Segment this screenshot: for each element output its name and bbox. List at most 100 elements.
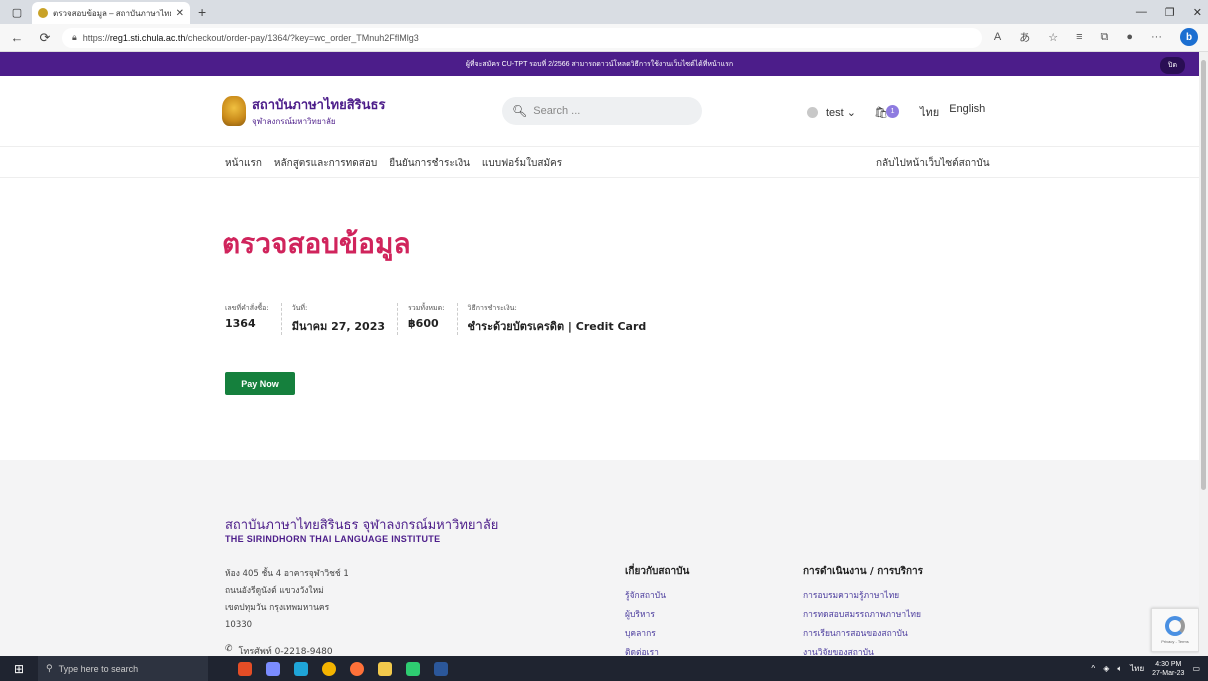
firefox-icon[interactable] <box>350 661 364 676</box>
read-aloud-icon[interactable]: A <box>994 31 1001 43</box>
nav-item-home[interactable]: หน้าแรก <box>225 156 262 171</box>
window-menu-icon[interactable]: ▢ <box>6 1 28 23</box>
nav-item-payment-confirm[interactable]: ยืนยันการชำระเงิน <box>389 156 470 171</box>
order-date-value: มีนาคม 27, 2023 <box>291 320 386 333</box>
recaptcha-terms[interactable]: Privacy - Terms <box>1161 639 1188 644</box>
order-total-value: ฿600 <box>408 317 439 330</box>
pay-now-button[interactable]: Pay Now <box>225 372 295 395</box>
tab-title: ตรวจสอบข้อมูล – สถาบันภาษาไทยสิริ <box>53 8 171 18</box>
language-switcher: ไทย English <box>920 103 985 121</box>
cart-button[interactable]: 🛍︎ 1 <box>874 104 900 119</box>
announcement-close-button[interactable]: ปิด <box>1160 57 1185 74</box>
url-field[interactable]: 🔒︎ https://reg1.sti.chula.ac.th/checkout… <box>62 27 982 48</box>
cart-count-badge: 1 <box>886 104 900 118</box>
clock-time: 4:30 PM <box>1155 660 1182 668</box>
profile-icon[interactable]: ● <box>1126 31 1133 43</box>
footer-link[interactable]: ผู้บริหาร <box>625 606 689 625</box>
windows-start-icon[interactable]: ⊞ <box>0 662 38 676</box>
refresh-icon[interactable]: ⟳ <box>34 30 56 46</box>
new-tab-icon[interactable]: + <box>198 4 206 20</box>
taskbar-search[interactable]: ⚲ Type here to search <box>38 656 208 681</box>
lang-en-link[interactable]: English <box>949 103 985 121</box>
footer-link[interactable]: บุคลากร <box>625 625 689 644</box>
more-menu-icon[interactable]: ··· <box>1151 31 1162 43</box>
translate-icon[interactable]: あ <box>1019 29 1030 45</box>
logo-subtitle: จุฬาลงกรณ์มหาวิทยาลัย <box>252 117 336 126</box>
payment-method-field: วิธีการชำระเงิน: ชำระด้วยบัตรเครดิต | Cr… <box>468 303 659 335</box>
close-window-icon[interactable]: ✕ <box>1193 6 1202 19</box>
footer-services-column: การดำเนินงาน / การบริการ การอบรมความรู้ภ… <box>803 564 923 663</box>
footer-link[interactable]: การเรียนการสอนของสถาบัน <box>803 625 923 644</box>
payment-method-label: วิธีการชำระเงิน: <box>467 304 517 312</box>
lock-icon: 🔒︎ <box>72 32 77 42</box>
order-total-label: รวมทั้งหมด: <box>408 304 445 312</box>
chrome-icon[interactable] <box>322 661 336 676</box>
volume-icon[interactable]: 🔈︎ <box>1117 664 1122 674</box>
footer-address: ห้อง 405 ชั้น 4 อาคารจุฬาวิชช์ 1 ถนนอังร… <box>225 566 349 634</box>
lang-th-link[interactable]: ไทย <box>920 103 939 121</box>
collections-icon[interactable]: ⧉ <box>1100 31 1108 44</box>
address-line: ห้อง 405 ชั้น 4 อาคารจุฬาวิชช์ 1 <box>225 569 349 579</box>
address-line: เขตปทุมวัน กรุงเทพมหานคร <box>225 603 330 613</box>
address-line: ถนนอังรีดูนังต์ แขวงวังใหม่ <box>225 586 324 596</box>
order-total-field: รวมทั้งหมด: ฿600 <box>408 303 458 335</box>
footer-link[interactable]: การอบรมความรู้ภาษาไทย <box>803 587 923 606</box>
taskbar-clock[interactable]: 4:30 PM 27-Mar-23 <box>1152 660 1184 678</box>
search-input[interactable]: 🔍︎ Search ... <box>502 97 702 125</box>
bing-chat-icon[interactable]: b <box>1180 28 1198 46</box>
word-icon[interactable] <box>434 661 448 676</box>
order-date-label: วันที่: <box>291 304 308 312</box>
footer-link[interactable]: การทดสอบสมรรถภาพภาษาไทย <box>803 606 923 625</box>
address-line: 10330 <box>225 620 253 630</box>
page-scrollbar[interactable] <box>1199 52 1208 656</box>
restore-icon[interactable]: ❐ <box>1165 6 1175 19</box>
user-avatar-icon <box>807 106 818 118</box>
file-explorer-icon[interactable] <box>378 661 392 676</box>
app-icon[interactable] <box>238 661 252 676</box>
logo-title: สถาบันภาษาไทยสิรินธร <box>252 98 386 113</box>
order-summary: เลขที่คำสั่งซื้อ: 1364 วันที่: มีนาคม 27… <box>225 303 668 335</box>
site-header: สถาบันภาษาไทยสิรินธร จุฬาลงกรณ์มหาวิทยาล… <box>0 76 1199 146</box>
chula-emblem-icon <box>222 96 246 126</box>
tray-chevron-icon[interactable]: ^ <box>1091 664 1095 673</box>
close-tab-icon[interactable]: ✕ <box>176 8 184 19</box>
favorite-star-icon[interactable]: ☆ <box>1048 31 1058 44</box>
browser-tab[interactable]: ตรวจสอบข้อมูล – สถาบันภาษาไทยสิริ ✕ <box>32 2 190 24</box>
site-footer: สถาบันภาษาไทยสิรินธร จุฬาลงกรณ์มหาวิทยาล… <box>0 460 1199 658</box>
footer-institute-en: THE SIRINDHORN THAI LANGUAGE INSTITUTE <box>225 534 441 544</box>
input-language[interactable]: ไทย <box>1130 662 1144 675</box>
url-path: /checkout/order-pay/1364/?key=wc_order_T… <box>185 32 419 43</box>
announcement-text: ผู้ที่จะสมัคร CU-TPT รอบที่ 2/2566 สามาร… <box>465 60 734 68</box>
edge-icon[interactable] <box>294 661 308 676</box>
nav-back-to-institute[interactable]: กลับไปหน้าเว็บไซต์สถาบัน <box>876 156 990 171</box>
site-logo[interactable]: สถาบันภาษาไทยสิรินธร จุฬาลงกรณ์มหาวิทยาล… <box>222 94 385 128</box>
footer-services-heading: การดำเนินงาน / การบริการ <box>803 566 923 577</box>
page-title: ตรวจสอบข้อมูล <box>222 227 411 260</box>
favorites-list-icon[interactable]: ≡ <box>1076 31 1082 43</box>
minimize-icon[interactable]: — <box>1136 6 1147 18</box>
line-icon[interactable] <box>406 661 420 676</box>
user-name: test <box>826 106 844 119</box>
windows-taskbar: ⊞ ⚲ Type here to search ^ ◈ 🔈︎ ไทย 4:30 … <box>0 656 1208 681</box>
user-menu[interactable]: test ⌄ <box>826 106 856 119</box>
notifications-icon[interactable]: ▭ <box>1192 664 1200 673</box>
network-icon[interactable]: ◈ <box>1103 664 1109 673</box>
order-number-value: 1364 <box>225 317 256 330</box>
taskbar-search-placeholder: Type here to search <box>58 663 139 674</box>
site-favicon-icon <box>38 8 48 18</box>
footer-institute-th: สถาบันภาษาไทยสิรินธร จุฬาลงกรณ์มหาวิทยาล… <box>225 518 499 533</box>
app-icon[interactable] <box>266 661 280 676</box>
scrollbar-thumb[interactable] <box>1201 60 1206 490</box>
chevron-down-icon: ⌄ <box>846 106 857 119</box>
recaptcha-badge[interactable]: Privacy - Terms <box>1151 608 1199 652</box>
address-bar: ← ⟳ 🔒︎ https://reg1.sti.chula.ac.th/chec… <box>0 24 1208 52</box>
taskbar-apps <box>238 661 448 676</box>
order-date-field: วันที่: มีนาคม 27, 2023 <box>291 303 399 335</box>
search-icon: ⚲ <box>46 663 53 673</box>
window-controls: — ❐ ✕ <box>1136 0 1202 24</box>
nav-item-application-form[interactable]: แบบฟอร์มใบสมัคร <box>482 156 562 171</box>
nav-item-courses[interactable]: หลักสูตรและการทดสอบ <box>274 156 377 171</box>
recaptcha-icon <box>1165 616 1185 636</box>
footer-link[interactable]: รู้จักสถาบัน <box>625 587 689 606</box>
back-arrow-icon[interactable]: ← <box>6 30 28 45</box>
